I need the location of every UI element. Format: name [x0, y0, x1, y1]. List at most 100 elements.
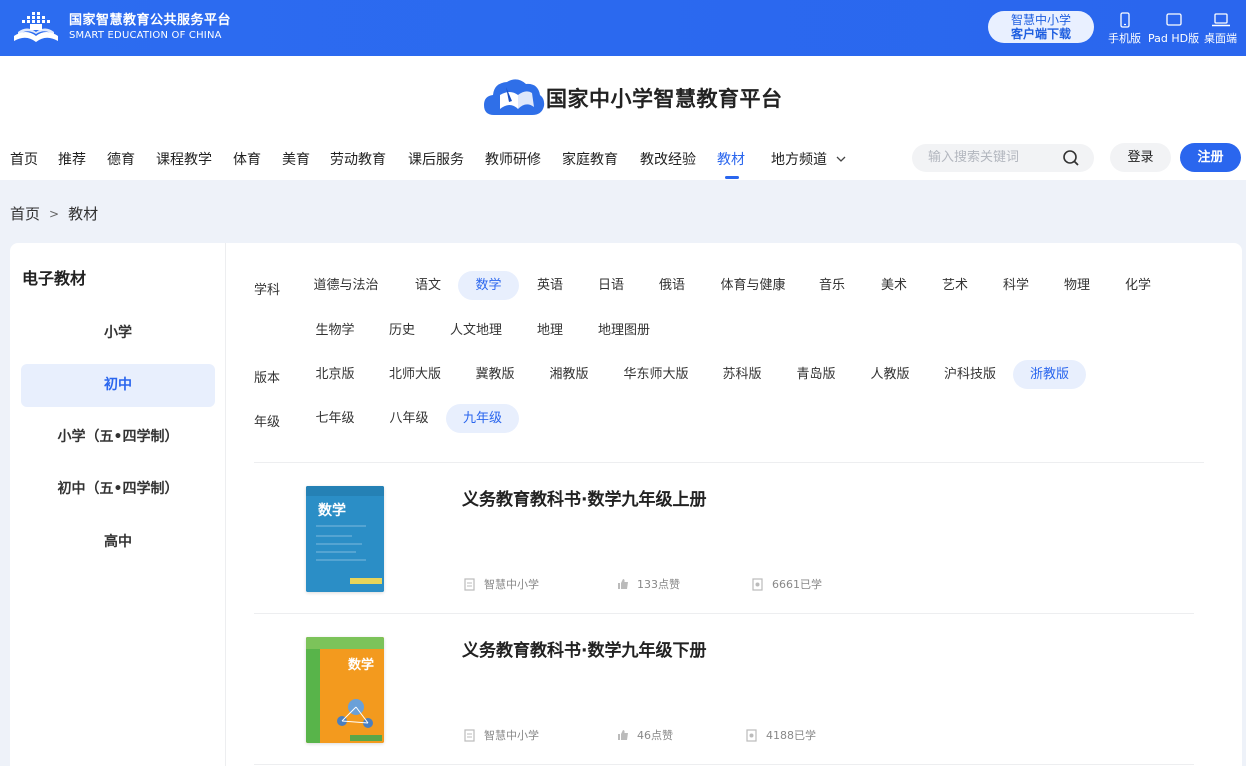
subject-chip[interactable]: 日语 — [587, 271, 635, 300]
grade-chip[interactable]: 七年级 — [306, 404, 364, 433]
subject-chip[interactable]: 体育与健康 — [710, 271, 796, 300]
download-line1: 智慧中小学 — [1010, 13, 1071, 27]
cover-art-icon: 数学 — [306, 637, 384, 743]
nav-active-underline — [725, 176, 739, 179]
edition-chip[interactable]: 苏科版 — [712, 360, 772, 389]
grade-label: 年级 — [254, 415, 281, 430]
nav-item-after-school[interactable]: 课后服务 — [408, 149, 464, 169]
book-item[interactable]: 数学 义务教育教科书·数学九年级上册 智慧中小学 133点赞 6661已学 — [254, 463, 1194, 613]
nav-item-labor[interactable]: 劳动教育 — [330, 149, 386, 169]
subject-chip[interactable]: 地理图册 — [588, 316, 660, 345]
learners-text: 6661已学 — [772, 578, 822, 591]
sidebar-item-primary[interactable]: 小学 — [21, 312, 215, 355]
book-learners: 4188已学 — [746, 727, 816, 743]
document-icon — [464, 577, 475, 591]
subject-chip[interactable]: 科学 — [992, 271, 1040, 300]
cloud-book-logo-icon — [484, 79, 545, 115]
client-download-button[interactable]: 智慧中小学 客户端下载 — [988, 11, 1094, 43]
thumbs-up-icon — [618, 579, 628, 589]
nav-item-arts[interactable]: 美育 — [282, 149, 310, 169]
book-cover[interactable]: 数学 — [306, 637, 384, 743]
breadcrumb-current: 教材 — [68, 205, 99, 223]
subject-chip[interactable]: 物理 — [1053, 271, 1101, 300]
device-phone[interactable]: 手机版 — [1108, 12, 1141, 46]
publisher-text: 智慧中小学 — [484, 729, 539, 742]
nav-item-family[interactable]: 家庭教育 — [562, 149, 618, 169]
device-label-phone: 手机版 — [1108, 32, 1141, 45]
sidebar-item-primary-54[interactable]: 小学（五•四学制） — [21, 416, 215, 459]
edition-chip[interactable]: 北京版 — [306, 360, 364, 389]
device-pad[interactable]: Pad HD版 — [1148, 12, 1199, 46]
thumbs-up-icon — [618, 730, 628, 740]
edition-chip[interactable]: 冀教版 — [466, 360, 524, 389]
login-button[interactable]: 登录 — [1110, 143, 1171, 172]
book-item[interactable]: 数学 义务教育教科书·数学九年级下册 智慧中小学 46点赞 4188已学 — [254, 614, 1194, 764]
subject-chip[interactable]: 地理 — [526, 316, 574, 345]
device-desktop[interactable]: 桌面端 — [1204, 12, 1237, 46]
subject-chip[interactable]: 生物学 — [306, 316, 364, 345]
register-button[interactable]: 注册 — [1180, 143, 1241, 172]
nav-item-home[interactable]: 首页 — [10, 149, 38, 169]
search-box — [912, 144, 1094, 172]
edition-chip[interactable]: 湘教版 — [540, 360, 598, 389]
breadcrumb-separator: > — [49, 206, 60, 221]
nav-item-teacher-training[interactable]: 教师研修 — [485, 149, 541, 169]
cover-title: 数学 — [348, 657, 374, 673]
nav-item-sports[interactable]: 体育 — [233, 149, 261, 169]
divider — [254, 764, 1194, 765]
edition-chip[interactable]: 华东师大版 — [614, 360, 698, 389]
subject-chip[interactable]: 化学 — [1114, 271, 1162, 300]
book-likes: 133点赞 — [617, 576, 680, 592]
edition-chip-active[interactable]: 浙教版 — [1013, 360, 1086, 389]
subject-chip[interactable]: 历史 — [378, 316, 426, 345]
breadcrumb: 首页 > 教材 — [10, 203, 98, 224]
brand-name-en: SMART EDUCATION OF CHINA — [69, 29, 222, 41]
edition-chip[interactable]: 青岛版 — [786, 360, 846, 389]
brand-name-cn: 国家智慧教育公共服务平台 — [69, 12, 232, 28]
subject-chip[interactable]: 语文 — [404, 271, 452, 300]
subject-chip[interactable]: 美术 — [870, 271, 918, 300]
platform-logo[interactable]: 国家中小学智慧教育平台 — [482, 75, 783, 121]
study-icon — [746, 728, 757, 742]
nav-item-course[interactable]: 课程教学 — [156, 149, 212, 169]
nav-item-local[interactable]: 地方频道 — [771, 149, 847, 169]
book-cover[interactable]: 数学 — [306, 486, 384, 592]
edition-chip[interactable]: 北师大版 — [380, 360, 450, 389]
likes-text: 133点赞 — [637, 578, 680, 591]
subject-chip-active[interactable]: 数学 — [458, 271, 519, 300]
main-nav: 首页 推荐 德育 课程教学 体育 美育 劳动教育 课后服务 教师研修 家庭教育 … — [0, 144, 900, 180]
sidebar: 电子教材 小学 初中 小学（五•四学制） 初中（五•四学制） 高中 — [10, 243, 226, 766]
book-title[interactable]: 义务教育教科书·数学九年级上册 — [462, 485, 706, 510]
cover-art-icon: 数学 — [306, 486, 384, 592]
subject-chip[interactable]: 音乐 — [808, 271, 856, 300]
tablet-icon — [1165, 13, 1182, 26]
search-input[interactable] — [928, 150, 1058, 165]
nav-item-textbooks[interactable]: 教材 — [717, 149, 745, 169]
subject-chip[interactable]: 英语 — [526, 271, 574, 300]
edition-chip[interactable]: 沪科技版 — [934, 360, 1006, 389]
edition-chip[interactable]: 人教版 — [860, 360, 920, 389]
grade-chip-active[interactable]: 九年级 — [446, 404, 519, 433]
search-icon[interactable] — [1062, 149, 1080, 167]
subject-chip[interactable]: 俄语 — [648, 271, 696, 300]
subject-chip[interactable]: 艺术 — [931, 271, 979, 300]
nav-item-recommend[interactable]: 推荐 — [58, 149, 86, 169]
sidebar-item-junior[interactable]: 初中 — [21, 364, 215, 407]
book-likes: 46点赞 — [617, 727, 673, 743]
learners-text: 4188已学 — [766, 729, 816, 742]
book-title[interactable]: 义务教育教科书·数学九年级下册 — [462, 636, 706, 661]
sidebar-item-senior[interactable]: 高中 — [21, 521, 215, 564]
sidebar-item-junior-54[interactable]: 初中（五•四学制） — [21, 468, 215, 511]
nav-item-moral[interactable]: 德育 — [107, 149, 135, 169]
brand[interactable]: 国家智慧教育公共服务平台 SMART EDUCATION OF CHINA — [10, 8, 231, 46]
grade-chip[interactable]: 八年级 — [380, 404, 438, 433]
breadcrumb-home[interactable]: 首页 — [10, 203, 40, 224]
top-bar: 国家智慧教育公共服务平台 SMART EDUCATION OF CHINA 智慧… — [0, 0, 1246, 56]
subject-chip[interactable]: 道德与法治 — [306, 271, 386, 300]
nav-item-reform[interactable]: 教改经验 — [640, 149, 696, 169]
publisher-text: 智慧中小学 — [484, 578, 539, 591]
laptop-icon — [1211, 13, 1230, 27]
device-label-pad: Pad HD版 — [1148, 32, 1200, 45]
sidebar-title: 电子教材 — [22, 269, 87, 288]
subject-chip[interactable]: 人文地理 — [440, 316, 512, 345]
